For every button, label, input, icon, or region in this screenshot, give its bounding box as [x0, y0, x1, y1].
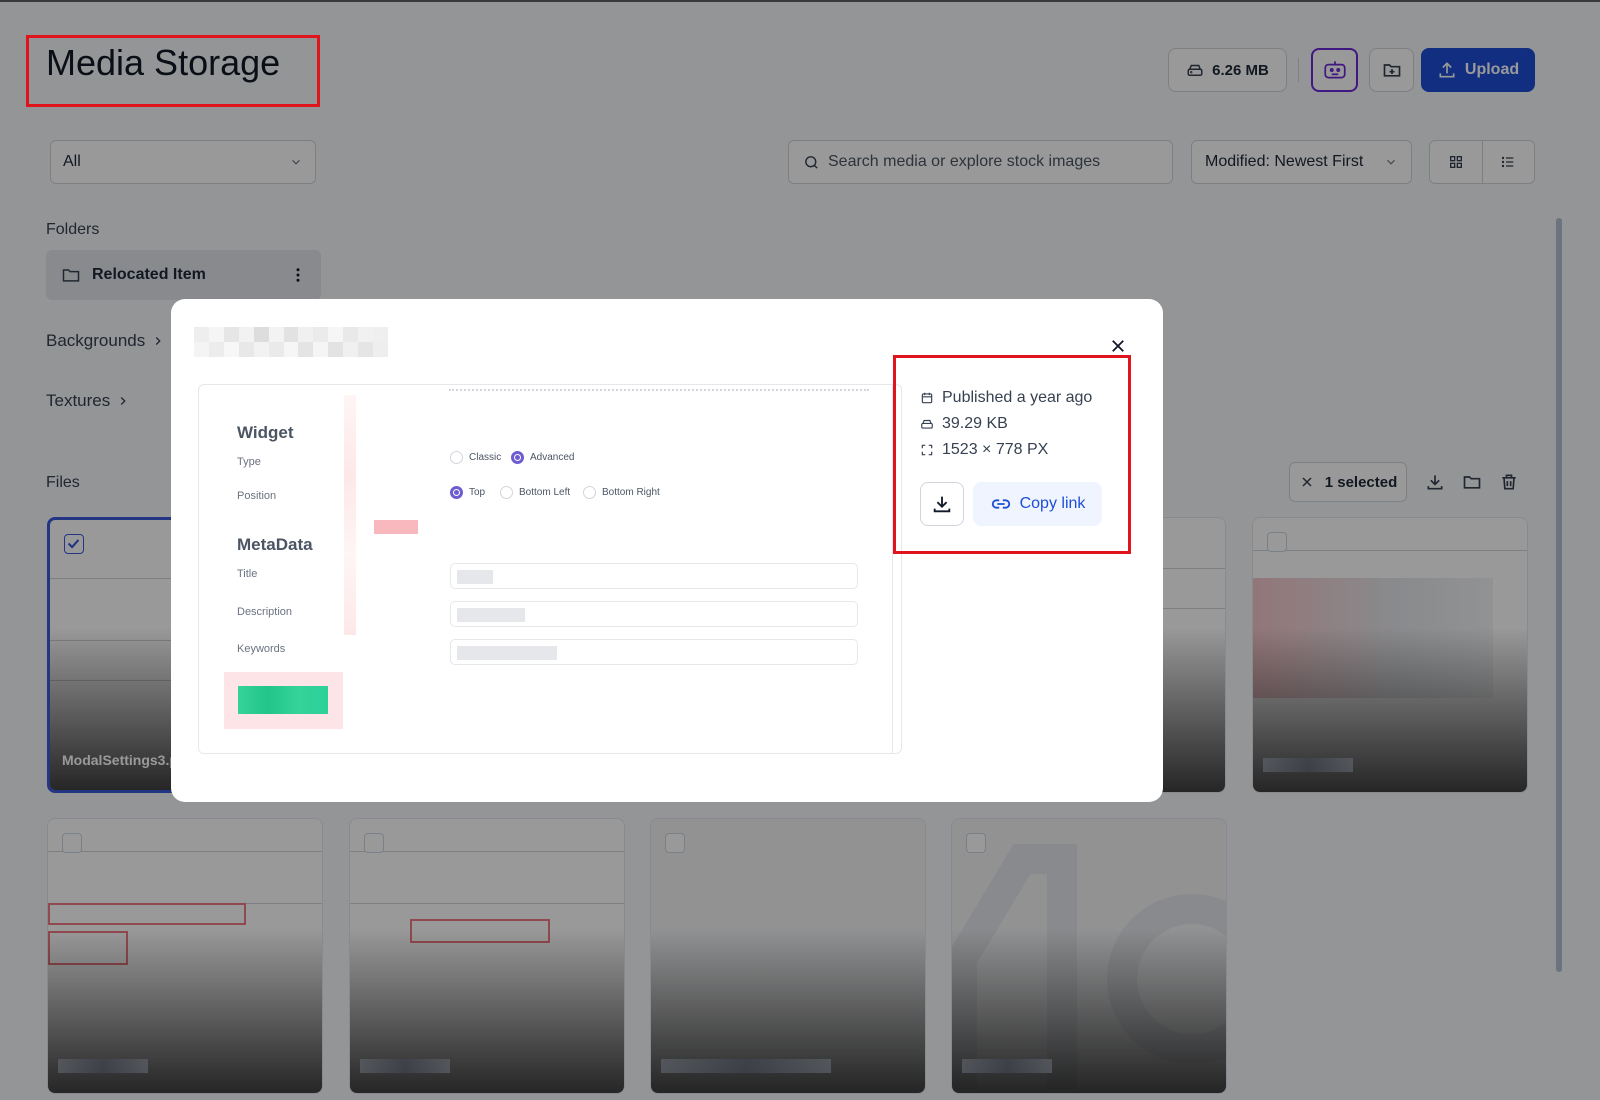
annotation-highlight-title — [26, 35, 320, 107]
close-icon — [1112, 340, 1124, 352]
modal-title-blurred — [194, 327, 388, 357]
preview-description-label: Description — [237, 606, 293, 618]
preview-radio-bottom-right-label: Bottom Right — [602, 487, 660, 498]
preview-metadata-heading: MetaData — [237, 535, 313, 554]
preview-highlight-strip — [344, 395, 356, 635]
scrollbar[interactable] — [1556, 218, 1562, 972]
preview-save-button-blurred — [224, 672, 343, 729]
preview-radio-advanced-label: Advanced — [530, 452, 575, 463]
preview-keywords-label: Keywords — [237, 643, 286, 655]
preview-description-field — [450, 601, 858, 627]
preview-radio-bottom-right: Bottom Right — [583, 486, 660, 499]
radio-selected-icon — [511, 451, 524, 464]
preview-radio-bottom-left: Bottom Left — [500, 486, 570, 499]
radio-icon — [583, 486, 596, 499]
preview-title-label: Title — [237, 568, 258, 580]
preview-keywords-field — [450, 639, 858, 665]
preview-radio-top: Top — [450, 486, 485, 499]
preview-radio-classic-label: Classic — [469, 452, 502, 463]
radio-selected-icon — [450, 486, 463, 499]
preview-title-field — [450, 563, 858, 589]
radio-icon — [450, 451, 463, 464]
preview-position-label: Position — [237, 490, 277, 502]
preview-text-fragment — [449, 389, 869, 393]
annotation-highlight-info — [893, 355, 1131, 554]
preview-radio-advanced: Advanced — [511, 451, 574, 464]
preview-radio-classic: Classic — [450, 451, 501, 464]
radio-icon — [500, 486, 513, 499]
preview-type-label: Type — [237, 456, 261, 468]
media-preview: Widget Type Position Classic Advanced To… — [198, 384, 902, 754]
window-top-border — [0, 0, 1600, 2]
preview-highlight-blob — [374, 520, 418, 534]
media-storage-page: Media Storage 6.26 MB Upload All Modifie… — [0, 0, 1600, 1100]
preview-radio-bottom-left-label: Bottom Left — [519, 487, 571, 498]
preview-widget-heading: Widget — [237, 423, 294, 442]
preview-radio-top-label: Top — [469, 487, 486, 498]
